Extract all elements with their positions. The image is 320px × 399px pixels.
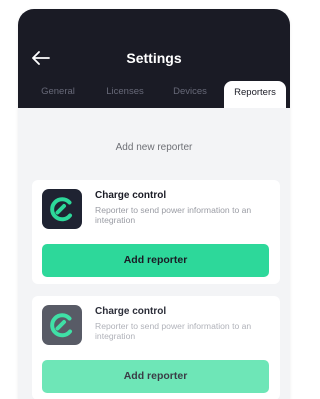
tab-devices[interactable]: Devices [166, 81, 214, 108]
reporter-card: Charge control Reporter to send power in… [32, 296, 280, 399]
settings-screen: Settings General Licenses Devices Report… [18, 9, 290, 399]
tab-general[interactable]: General [32, 81, 84, 108]
reporter-description: Reporter to send power information to an… [95, 321, 252, 341]
reporter-title: Charge control [95, 306, 167, 317]
charge-control-logo-icon [42, 305, 82, 345]
tab-bar: General Licenses Devices Reporters [18, 81, 290, 109]
add-new-reporter-link[interactable]: Add new reporter [18, 142, 290, 153]
tab-reporters[interactable]: Reporters [224, 81, 286, 109]
add-reporter-button[interactable]: Add reporter [42, 360, 269, 393]
reporter-card: Charge control Reporter to send power in… [32, 180, 280, 284]
add-reporter-button[interactable]: Add reporter [42, 244, 269, 277]
header: Settings General Licenses Devices Report… [18, 9, 290, 109]
page-title: Settings [126, 50, 182, 66]
reporter-description: Reporter to send power information to an… [95, 205, 252, 225]
reporters-panel: Add new reporter Charge control Reporter… [18, 108, 290, 399]
charge-control-logo-icon [42, 189, 82, 229]
tab-licenses[interactable]: Licenses [96, 81, 154, 108]
reporter-title: Charge control [95, 190, 167, 201]
